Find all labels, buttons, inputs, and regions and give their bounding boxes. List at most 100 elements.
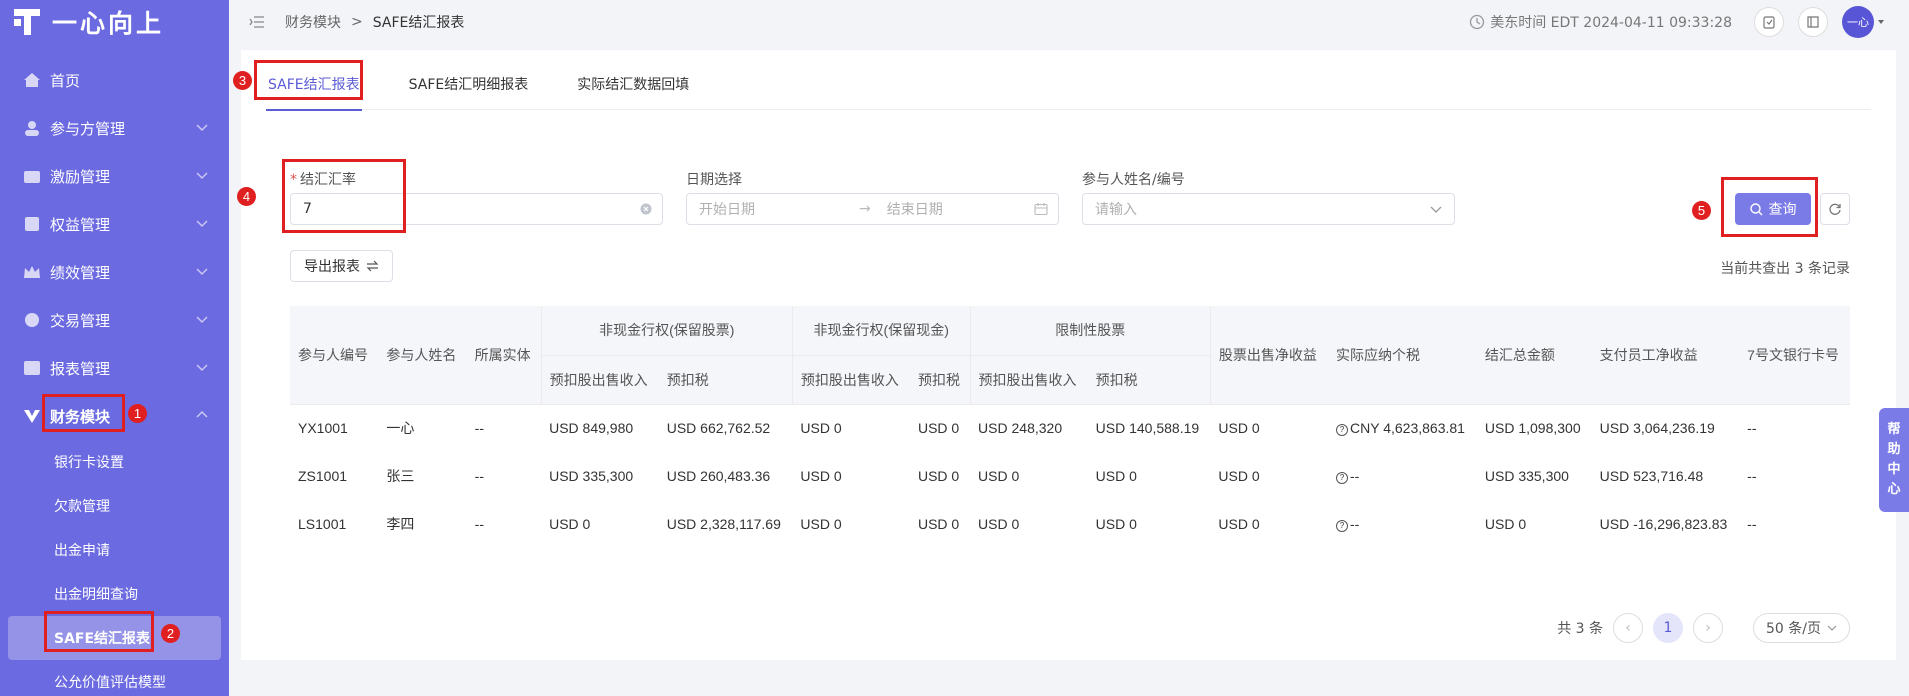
logo-text: 一心向上 [52, 9, 165, 38]
table-cell: USD 0 [1095, 468, 1137, 484]
table-cell: USD 0 [917, 516, 960, 532]
table-cell: USD 523,716.48 [1599, 468, 1704, 484]
annotation-badge: 2 [161, 624, 180, 643]
col-header-entity: 所属实体 [466, 306, 542, 405]
chevron-down-icon [1827, 625, 1837, 631]
col-header-bank: 7号文银行卡号 [1739, 306, 1850, 405]
sidebar-item-finance[interactable]: 财务模块 [0, 392, 229, 440]
export-button-label: 导出报表 [304, 259, 360, 275]
sidebar-item-home[interactable]: 首页 [0, 56, 229, 104]
sidebar-item-equity[interactable]: 权益管理 [0, 200, 229, 248]
table-cell: -- [474, 516, 484, 532]
table-cell: -- [1747, 468, 1757, 484]
help-char: 助 [1887, 442, 1901, 457]
task-button[interactable] [1754, 7, 1784, 37]
rate-label-text: 结汇汇率 [300, 172, 356, 188]
avatar: 一心 [1842, 6, 1874, 38]
header-actions: 美东时间 EDT 2024-04-11 09:33:28 一心 [1469, 0, 1885, 44]
swap-icon [366, 260, 379, 272]
sidebar-item-reports[interactable]: 报表管理 [0, 344, 229, 392]
export-button[interactable]: 导出报表 [290, 250, 393, 282]
sidebar-subitem-withdraw-detail[interactable]: 出金明细查询 [0, 572, 229, 616]
participant-select[interactable]: 请输入 [1082, 193, 1455, 225]
chevron-right-icon: › [1705, 620, 1711, 636]
next-page-button[interactable]: › [1693, 613, 1724, 643]
col-group-restricted: 限制性股票 [969, 306, 1211, 356]
sidebar-item-participants[interactable]: 参与方管理 [0, 104, 229, 152]
record-count: 当前共查出 3 条记录 [1720, 261, 1850, 277]
question-icon[interactable]: ? [1336, 424, 1348, 437]
breadcrumb-parent[interactable]: 财务模块 [285, 12, 341, 32]
tab-safe-detail[interactable]: SAFE结汇明细报表 [407, 60, 531, 110]
breadcrumb-current: SAFE结汇报表 [372, 15, 465, 31]
col-header-name: 参与人姓名 [378, 306, 467, 405]
chevron-down-icon [196, 268, 208, 276]
app-logo[interactable]: 一心向上 [0, 0, 229, 44]
date-end-input[interactable]: 结束日期 [887, 199, 943, 219]
tab-safe-report[interactable]: SAFE结汇报表 [266, 60, 362, 111]
tax-value: -- [1350, 516, 1360, 532]
page-number[interactable]: 1 [1653, 613, 1684, 643]
query-button-label: 查询 [1768, 202, 1797, 218]
prev-page-button[interactable]: ‹ [1613, 613, 1644, 643]
logo-icon [14, 7, 44, 37]
table-cell: USD 0 [1484, 516, 1527, 532]
chevron-down-icon [196, 124, 208, 132]
finance-icon [22, 407, 42, 425]
col-group-retain-cash: 非现金行权(保留现金) [791, 306, 971, 356]
date-range-picker[interactable]: 开始日期 → 结束日期 [686, 193, 1059, 225]
chevron-down-icon [1878, 20, 1884, 24]
sidebar-item-incentive[interactable]: 激励管理 [0, 152, 229, 200]
sidebar-item-label: 财务模块 [50, 407, 111, 426]
date-start-input[interactable]: 开始日期 [699, 199, 859, 219]
fullscreen-button[interactable] [1798, 7, 1828, 37]
table-cell: -- [474, 420, 484, 437]
table-cell: USD 3,064,236.19 [1599, 420, 1715, 437]
tab-actual-backfill[interactable]: 实际结汇数据回填 [575, 60, 691, 110]
reset-button[interactable] [1820, 193, 1850, 225]
sidebar-subitem-debt[interactable]: 欠款管理 [0, 484, 229, 528]
annotation-badge: 4 [237, 187, 256, 206]
clock-icon [1470, 14, 1485, 30]
col-header-tax: 预扣税 [909, 355, 971, 405]
tab-bar: SAFE结汇报表 SAFE结汇明细报表 实际结汇数据回填 [266, 60, 1871, 111]
table-row: YX1001 一心 -- USD 849,980 USD 662,762.52 … [290, 404, 1850, 452]
report-icon [22, 359, 42, 377]
question-icon[interactable]: ? [1336, 520, 1348, 532]
table-cell: USD 662,762.52 [666, 420, 771, 437]
table-cell: -- [474, 468, 484, 484]
table-cell: USD 0 [1218, 468, 1260, 484]
table-cell: USD 0 [800, 516, 842, 532]
question-icon[interactable]: ? [1336, 472, 1348, 484]
time-display: 美东时间 EDT 2024-04-11 09:33:28 [1469, 12, 1732, 32]
chevron-down-icon [196, 364, 208, 372]
sidebar-subitem-fair-value[interactable]: 公允价值评估模型 [0, 660, 229, 696]
annotation-badge: 5 [1692, 201, 1711, 220]
annotation-badge: 1 [128, 404, 147, 423]
tax-value: CNY 4,623,863.81 [1350, 420, 1465, 437]
arrow-right-icon: → [859, 201, 871, 217]
page-size-select[interactable]: 50 条/页 [1753, 613, 1850, 643]
sidebar-subitem-safe-report[interactable]: SAFE结汇报表 [8, 616, 221, 660]
table-cell: YX1001 [298, 420, 348, 437]
chevron-down-icon [196, 316, 208, 324]
clear-icon[interactable] [640, 203, 652, 215]
sidebar-item-performance[interactable]: 绩效管理 [0, 248, 229, 296]
menu-fold-icon[interactable] [249, 15, 265, 29]
table-cell: USD 0 [800, 420, 842, 437]
table-cell: USD 335,300 [549, 468, 634, 484]
help-center-button[interactable]: 帮 助 中 心 [1879, 408, 1909, 512]
sidebar-item-label: 绩效管理 [50, 263, 111, 282]
sidebar-item-trading[interactable]: 交易管理 [0, 296, 229, 344]
sidebar-subitem-bank-card[interactable]: 银行卡设置 [0, 440, 229, 484]
table-cell: USD 0 [978, 516, 1020, 532]
table-cell: USD 1,098,300 [1484, 420, 1581, 437]
user-menu[interactable]: 一心 [1842, 6, 1885, 38]
col-header-income: 预扣股出售收入 [540, 355, 659, 405]
date-label: 日期选择 [686, 172, 742, 188]
rate-input[interactable]: 7 [290, 193, 663, 225]
sidebar-subitem-withdraw-apply[interactable]: 出金申请 [0, 528, 229, 572]
table-cell: USD 248,320 [978, 420, 1063, 437]
table-cell: USD 260,483.36 [666, 468, 771, 484]
query-button[interactable]: 查询 [1735, 193, 1811, 225]
